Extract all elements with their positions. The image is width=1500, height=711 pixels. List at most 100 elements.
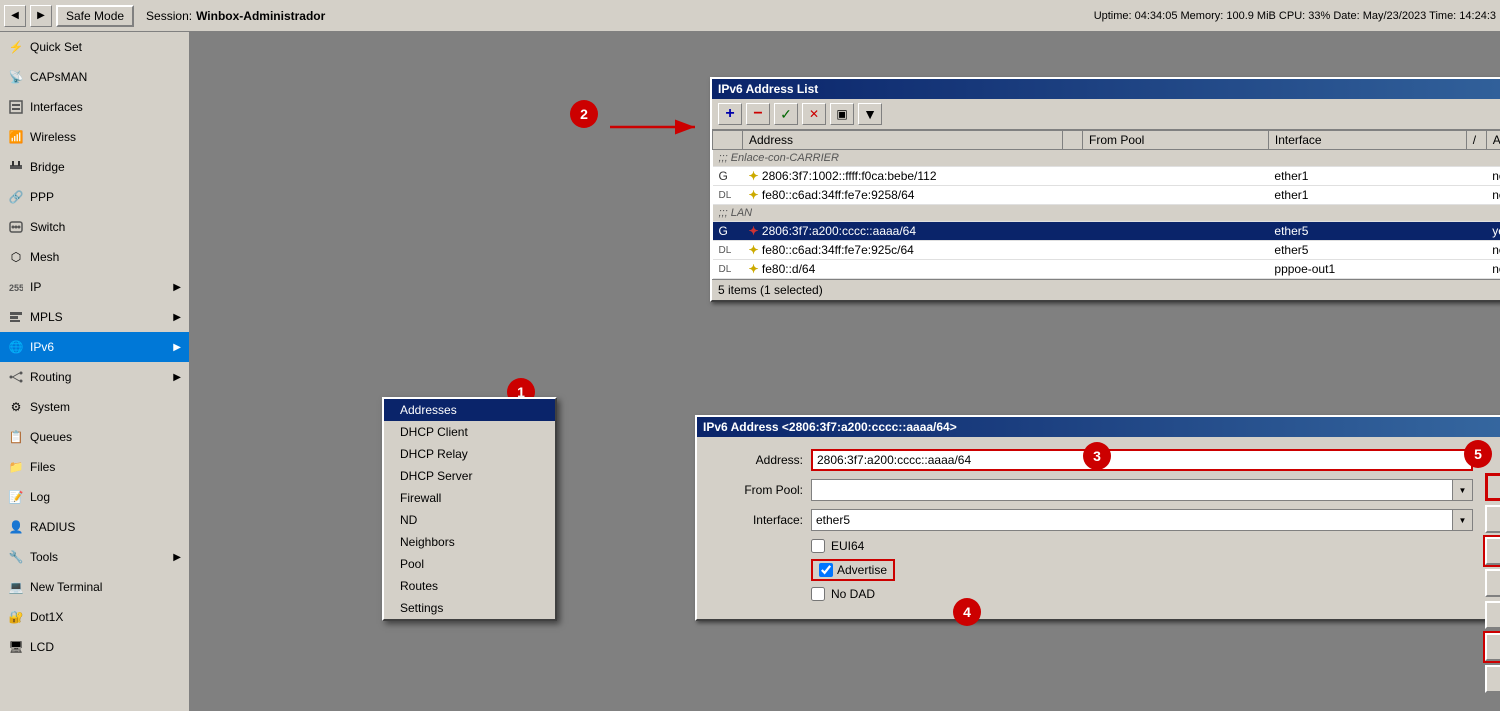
- section-carrier: ;;; Enlace-con-CARRIER: [713, 150, 1500, 167]
- dropdown-item-pool[interactable]: Pool: [384, 553, 555, 575]
- dropdown-item-routes[interactable]: Routes: [384, 575, 555, 597]
- row-flag: DL: [713, 260, 743, 279]
- row-flag: DL: [713, 241, 743, 260]
- table-row[interactable]: DL ✦ fe80::d/64 pppoe-out1 no: [713, 260, 1500, 279]
- sidebar-label-tools: Tools: [30, 550, 58, 564]
- row-advertise: no: [1486, 241, 1500, 260]
- comment-button[interactable]: Comment: [1485, 601, 1500, 629]
- from-pool-select[interactable]: ▼: [811, 479, 1473, 501]
- sidebar-label-files: Files: [30, 460, 55, 474]
- dropdown-item-dhcp-client[interactable]: DHCP Client: [384, 421, 555, 443]
- sidebar-item-lcd[interactable]: 🖥 LCD: [0, 632, 189, 662]
- add-address-button[interactable]: +: [718, 103, 742, 125]
- files-icon: 📁: [8, 459, 24, 475]
- sidebar-item-radius[interactable]: 👤 RADIUS: [0, 512, 189, 542]
- ipv6-list-titlebar[interactable]: IPv6 Address List _ ✕: [712, 79, 1500, 99]
- sidebar-item-ip[interactable]: 255 IP ▶: [0, 272, 189, 302]
- sidebar-label-system: System: [30, 400, 70, 414]
- interface-row: Interface: ether5 ▼: [713, 509, 1473, 531]
- back-button[interactable]: ◀: [4, 5, 26, 27]
- copy-address-button[interactable]: ▣: [830, 103, 854, 125]
- ipv6-arrow: ▶: [173, 342, 181, 353]
- capsman-icon: 📡: [8, 69, 24, 85]
- interface-label: Interface:: [713, 513, 803, 527]
- advertise-label: Advertise: [837, 563, 887, 577]
- filter-button[interactable]: ▼: [858, 103, 882, 125]
- sidebar-item-routing[interactable]: Routing ▶: [0, 362, 189, 392]
- address-table: Address From Pool Interface / Advertise …: [712, 130, 1500, 279]
- sidebar-item-log[interactable]: 📝 Log: [0, 482, 189, 512]
- row-sep2: [1466, 186, 1486, 205]
- ipv6-list-window: IPv6 Address List _ ✕ + − ✓ ✕ ▣ ▼: [710, 77, 1500, 302]
- col-interface[interactable]: Interface: [1268, 131, 1466, 150]
- mpls-arrow: ▶: [173, 312, 181, 323]
- sidebar-item-ppp[interactable]: 🔗 PPP: [0, 182, 189, 212]
- badge-4: 4: [953, 598, 981, 626]
- table-row[interactable]: G ✦ 2806:3f7:a200:cccc::aaaa/64 ether5 y…: [713, 222, 1500, 241]
- sidebar-item-quick-set[interactable]: ⚡ Quick Set: [0, 32, 189, 62]
- sidebar-label-capsman: CAPsMAN: [30, 70, 87, 84]
- dropdown-item-nd[interactable]: ND: [384, 509, 555, 531]
- safe-mode-button[interactable]: Safe Mode: [56, 5, 134, 27]
- table-row[interactable]: DL ✦ fe80::c6ad:34ff:fe7e:925c/64 ether5…: [713, 241, 1500, 260]
- row-interface: ether5: [1268, 241, 1466, 260]
- sidebar-item-tools[interactable]: 🔧 Tools ▶: [0, 542, 189, 572]
- copy-button[interactable]: Copy: [1485, 633, 1500, 661]
- sidebar-item-system[interactable]: ⚙ System: [0, 392, 189, 422]
- sidebar-item-capsman[interactable]: 📡 CAPsMAN: [0, 62, 189, 92]
- row-interface: ether5: [1268, 222, 1466, 241]
- table-footer: 5 items (1 selected): [712, 279, 1500, 300]
- forward-button[interactable]: ▶: [30, 5, 52, 27]
- disable-address-button[interactable]: ✕: [802, 103, 826, 125]
- no-dad-checkbox[interactable]: [811, 587, 825, 601]
- interface-select[interactable]: ether5 ▼: [811, 509, 1473, 531]
- row-sep: [1063, 222, 1083, 241]
- dropdown-item-dhcp-relay[interactable]: DHCP Relay: [384, 443, 555, 465]
- sidebar-item-mesh[interactable]: ⬡ Mesh: [0, 242, 189, 272]
- disable-button[interactable]: Disable: [1485, 569, 1500, 597]
- apply-button[interactable]: Apply: [1485, 537, 1500, 565]
- col-flag[interactable]: [713, 131, 743, 150]
- col-advertise[interactable]: Advertise: [1486, 131, 1500, 150]
- sidebar-item-new-terminal[interactable]: 💻 New Terminal: [0, 572, 189, 602]
- bridge-icon: [8, 159, 24, 175]
- sidebar-label-new-terminal: New Terminal: [30, 580, 102, 594]
- table-row[interactable]: G ✦ 2806:3f7:1002::ffff:f0ca:bebe/112 et…: [713, 167, 1500, 186]
- address-field[interactable]: [811, 449, 1473, 471]
- sidebar-item-ipv6[interactable]: 🌐 IPv6 ▶: [0, 332, 189, 362]
- ok-button[interactable]: OK: [1485, 473, 1500, 501]
- interface-arrow[interactable]: ▼: [1452, 510, 1472, 530]
- remove-address-button[interactable]: −: [746, 103, 770, 125]
- mesh-icon: ⬡: [8, 249, 24, 265]
- sidebar-item-interfaces[interactable]: Interfaces: [0, 92, 189, 122]
- sidebar-item-mpls[interactable]: MPLS ▶: [0, 302, 189, 332]
- advertise-checkbox[interactable]: [819, 563, 833, 577]
- sidebar-item-dot1x[interactable]: 🔐 Dot1X: [0, 602, 189, 632]
- sidebar-item-bridge[interactable]: Bridge: [0, 152, 189, 182]
- section-lan: ;;; LAN: [713, 205, 1500, 222]
- dropdown-item-addresses[interactable]: Addresses: [384, 399, 555, 421]
- dropdown-item-firewall[interactable]: Firewall: [384, 487, 555, 509]
- col-from-pool[interactable]: From Pool: [1083, 131, 1269, 150]
- eui64-checkbox[interactable]: [811, 539, 825, 553]
- ipv6-addr-titlebar[interactable]: IPv6 Address <2806:3f7:a200:cccc::aaaa/6…: [697, 417, 1500, 437]
- enable-address-button[interactable]: ✓: [774, 103, 798, 125]
- table-row[interactable]: DL ✦ fe80::c6ad:34ff:fe7e:9258/64 ether1…: [713, 186, 1500, 205]
- badge-2: 2: [570, 100, 598, 128]
- tools-icon: 🔧: [8, 549, 24, 565]
- sidebar-label-mpls: MPLS: [30, 310, 63, 324]
- sidebar-item-switch[interactable]: Switch: [0, 212, 189, 242]
- col-address[interactable]: Address: [743, 131, 1063, 150]
- cancel-button[interactable]: Cancel: [1485, 505, 1500, 533]
- sidebar-item-files[interactable]: 📁 Files: [0, 452, 189, 482]
- sidebar-item-wireless[interactable]: 📶 Wireless: [0, 122, 189, 152]
- dropdown-item-neighbors[interactable]: Neighbors: [384, 531, 555, 553]
- session-label: Session:: [146, 9, 192, 23]
- dropdown-item-dhcp-server[interactable]: DHCP Server: [384, 465, 555, 487]
- ppp-icon: 🔗: [8, 189, 24, 205]
- remove-button[interactable]: Remove: [1485, 665, 1500, 693]
- sidebar-item-queues[interactable]: 📋 Queues: [0, 422, 189, 452]
- from-pool-arrow[interactable]: ▼: [1452, 480, 1472, 500]
- dropdown-item-settings[interactable]: Settings: [384, 597, 555, 619]
- row-from-pool: [1083, 167, 1269, 186]
